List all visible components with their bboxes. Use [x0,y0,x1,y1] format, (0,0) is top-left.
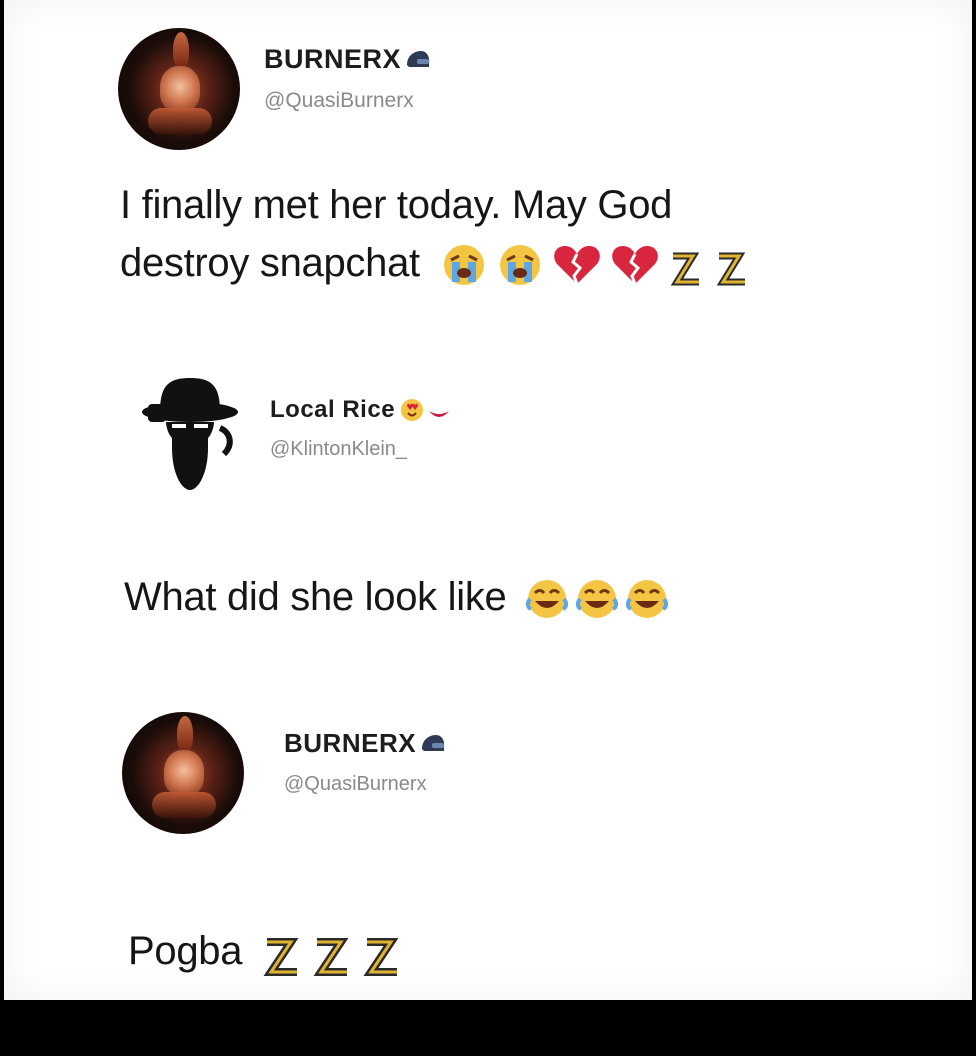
tweet-2-handle[interactable]: @KlintonKlein_ [270,438,451,461]
tweet-2-meta: Local Rice @KlintonKlein_ [270,396,451,461]
bearded-man-hat-avatar[interactable] [138,374,238,494]
tweet-1-handle[interactable]: @QuasiBurnerx [264,89,431,113]
sleeping-zz-icon [670,252,699,286]
sleeping-zz-icon [716,252,745,286]
tweet-2-display-name[interactable]: Local Rice [270,396,451,424]
tweet-3-emoji-row [261,928,405,978]
tweet-1-text-line-2-words: destroy snapchat [120,241,420,285]
laughing-face-icon [576,580,619,619]
tweet-1-meta: BURNERX @QuasiBurnerx [264,44,431,113]
laughing-face-icon [626,580,669,619]
avatar-hands [148,108,212,134]
avatar-face [164,750,204,796]
avatar-face [160,66,200,112]
tweet-1-display-name[interactable]: BURNERX [264,44,431,75]
tweet-3-display-name[interactable]: BURNERX [284,728,446,759]
sleeping-zz-icon [363,938,399,977]
sleeping-zz-icon [263,938,299,977]
helmet-icon [422,734,445,751]
tweet-1-text-line-2: destroy snapchat [120,234,753,292]
burner-avatar[interactable] [118,28,240,150]
broken-heart-icon [611,246,658,285]
display-name-text: BURNERX [264,44,402,74]
avatar-hands [152,792,216,818]
tweet-1-text: I finally met her today. May God destroy… [120,176,753,292]
laughing-face-icon [526,580,569,619]
avatar-flame [177,716,193,752]
avatar-flame [173,32,189,68]
tweet-1-text-line-1: I finally met her today. May God [120,183,673,227]
crying-face-icon [499,245,540,286]
tweet-3-handle[interactable]: @QuasiBurnerx [284,773,446,796]
sleeping-zz-icon [313,938,349,977]
tweet-2-header: Local Rice @KlintonKlein_ [138,374,451,494]
heart-eyes-lips-icon [401,399,450,421]
broken-heart-icon [553,246,600,285]
display-name-text: BURNERX [284,728,417,758]
tweet-1-header: BURNERX @QuasiBurnerx [118,28,431,150]
tweet-thread: BURNERX @QuasiBurnerx I finally met her … [4,0,972,1000]
tweet-3-meta: BURNERX @QuasiBurnerx [284,728,446,796]
crying-face-icon [443,245,484,286]
bearded-man-hat-icon [142,378,238,490]
display-name-text: Local Rice [270,396,396,423]
helmet-icon [407,50,430,67]
tweet-1-emoji-row [439,242,753,288]
tweet-2-text-words: What did she look like [124,575,507,619]
tweet-2-text: What did she look like [124,568,669,626]
burner-avatar[interactable] [122,712,244,834]
tweet-3-text: Pogba [128,922,405,980]
tweet-3-text-words: Pogba [128,929,243,973]
tweet-3-header: BURNERX @QuasiBurnerx [122,712,446,834]
letterbox-bottom-bar [0,1000,976,1056]
tweet-2-emoji-row [525,577,669,621]
screenshot-frame: BURNERX @QuasiBurnerx I finally met her … [0,0,976,1056]
